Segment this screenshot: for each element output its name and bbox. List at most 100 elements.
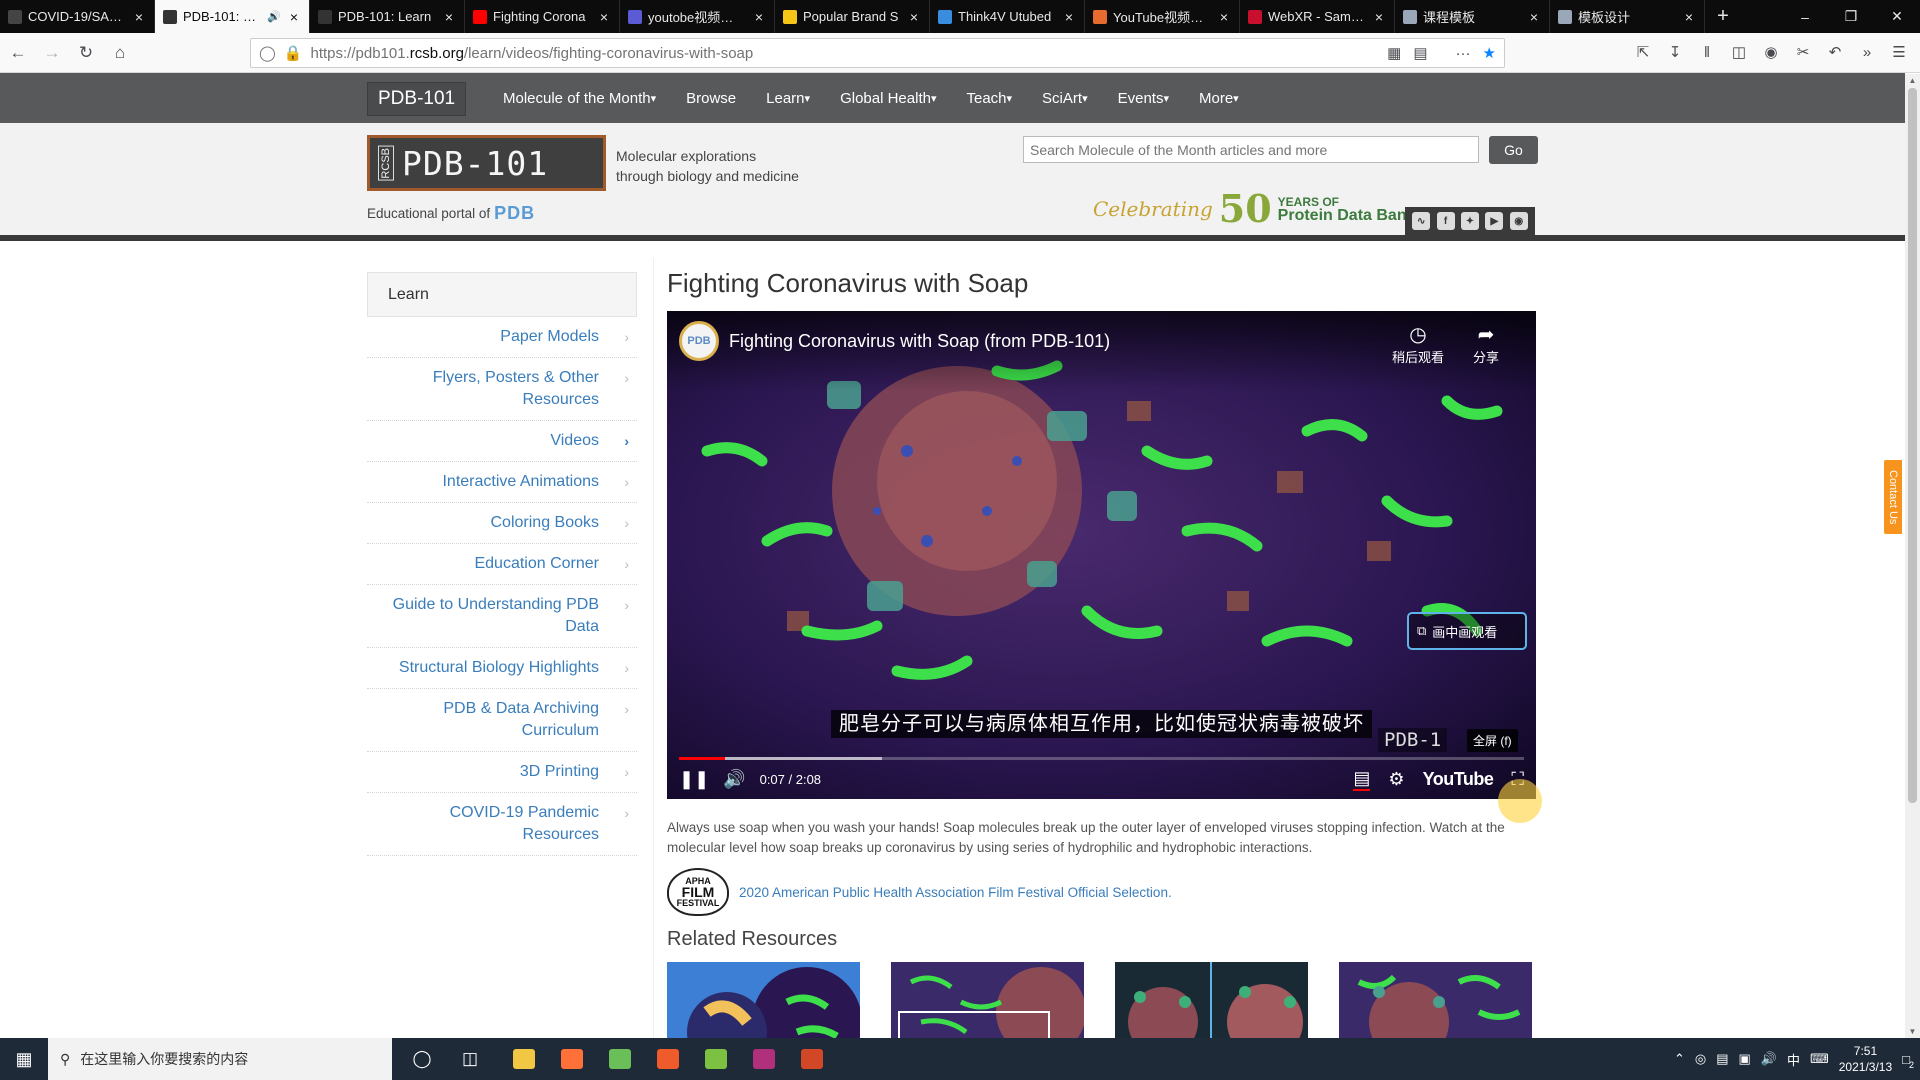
close-icon[interactable]: × [132, 9, 146, 25]
library-icon[interactable]: ‖ [1694, 37, 1720, 67]
share-button[interactable]: ➦ 分享 [1473, 323, 1499, 366]
pause-icon[interactable]: ❚❚ [679, 769, 709, 790]
notepad-icon[interactable] [705, 1049, 727, 1069]
sidebar-item[interactable]: Videos › [367, 421, 637, 462]
browser-tab[interactable]: Popular Brand S × [775, 0, 930, 33]
browser-tab[interactable]: COVID-19/SARS × [0, 0, 155, 33]
home-icon[interactable]: ⌂ [104, 37, 136, 69]
overflow-chevron-icon[interactable]: » [1854, 37, 1880, 67]
youtube-logo[interactable]: YouTube [1423, 769, 1494, 790]
browser-tab[interactable]: 模板设计 × [1550, 0, 1705, 33]
channel-logo[interactable]: PDB [679, 321, 719, 361]
menu-item-global-health[interactable]: Global Health ▾ [825, 73, 951, 123]
browser-tab[interactable]: Fighting Corona × [465, 0, 620, 33]
firefox-icon[interactable] [561, 1049, 583, 1069]
contact-us-tab[interactable]: Contact Us [1882, 458, 1904, 536]
reload-icon[interactable]: ↻ [70, 37, 102, 69]
award-link[interactable]: 2020 American Public Health Association … [739, 885, 1172, 900]
close-window-icon[interactable]: ✕ [1874, 0, 1920, 33]
browser-tab[interactable]: PDB-101: Learn × [310, 0, 465, 33]
scrollbar-thumb[interactable] [1908, 88, 1917, 803]
search-input[interactable] [1023, 136, 1479, 163]
related-thumbnail[interactable] [1115, 962, 1308, 1038]
task-view-icon[interactable]: ◫ [446, 1038, 494, 1080]
close-icon[interactable]: × [752, 9, 766, 25]
menu-item-more[interactable]: More ▾ [1184, 73, 1254, 123]
sidebar-item[interactable]: PDB & Data Archiving Curriculum › [367, 689, 637, 752]
close-icon[interactable]: × [442, 9, 456, 25]
pocket-icon[interactable]: ⇱ [1630, 37, 1656, 67]
close-icon[interactable]: × [1527, 9, 1541, 25]
lock-icon[interactable]: 🔒 [284, 44, 303, 62]
close-icon[interactable]: × [1682, 9, 1696, 25]
sidebar-item[interactable]: 3D Printing › [367, 752, 637, 793]
sidebar-item[interactable]: Coloring Books › [367, 503, 637, 544]
menu-icon[interactable]: ☰ [1886, 37, 1912, 67]
menu-item-browse[interactable]: Browse [671, 73, 751, 123]
sidebar-icon[interactable]: ◫ [1726, 37, 1752, 67]
display-icon[interactable]: ▣ [1738, 1051, 1750, 1067]
powerpoint-icon[interactable] [801, 1049, 823, 1069]
video-title[interactable]: Fighting Coronavirus with Soap (from PDB… [729, 331, 1110, 352]
watch-later-button[interactable]: ◷ 稍后观看 [1392, 323, 1444, 366]
close-icon[interactable]: × [907, 9, 921, 25]
menu-item-learn[interactable]: Learn ▾ [751, 73, 825, 123]
qr-code-icon[interactable]: ▦ [1387, 44, 1401, 62]
sidebar-item[interactable]: COVID-19 Pandemic Resources › [367, 793, 637, 856]
browser-tab[interactable]: 课程模板 × [1395, 0, 1550, 33]
account-icon[interactable]: ◉ [1758, 37, 1784, 67]
microphone-icon[interactable]: ◎ [1695, 1051, 1706, 1067]
cortana-icon[interactable]: ◯ [398, 1038, 446, 1080]
close-icon[interactable]: × [1372, 9, 1386, 25]
reader-view-icon[interactable]: ▤ [1413, 44, 1427, 62]
site-brand[interactable]: PDB-101 [367, 82, 467, 116]
notification-icon[interactable]: □ 2 [1902, 1052, 1914, 1070]
tab-audio-icon[interactable]: 🔊 [267, 10, 281, 23]
bookmark-star-icon[interactable]: ★ [1483, 44, 1496, 62]
tracking-shield-icon[interactable]: ◯ [259, 44, 276, 62]
scroll-up-icon[interactable]: ▲ [1905, 76, 1920, 85]
browser-tab[interactable]: Think4V Utubed × [930, 0, 1085, 33]
url-bar[interactable]: ◯ 🔒 https://pdb101.rcsb.org/learn/videos… [250, 38, 1505, 68]
new-tab-button[interactable]: + [1705, 0, 1741, 33]
restore-icon[interactable]: ❐ [1828, 0, 1874, 33]
downloads-icon[interactable]: ↧ [1662, 37, 1688, 67]
browser-tab[interactable]: YouTube视频下载 × [1085, 0, 1240, 33]
app-x-icon[interactable] [657, 1049, 679, 1069]
undo-icon[interactable]: ↶ [1822, 37, 1848, 67]
video-player[interactable]: PDB Fighting Coronavirus with Soap (from… [667, 311, 1536, 799]
search-go-button[interactable]: Go [1489, 136, 1538, 164]
network-icon[interactable]: ▤ [1716, 1051, 1728, 1067]
youtube-icon[interactable]: ▶ [1485, 212, 1504, 230]
menu-item-molecule-of-the-month[interactable]: Molecule of the Month ▾ [488, 73, 671, 123]
taskbar-clock[interactable]: 7:51 2021/3/13 [1839, 1043, 1892, 1075]
related-thumbnail[interactable] [1339, 962, 1532, 1038]
sidebar-item[interactable]: Education Corner › [367, 544, 637, 585]
ime-indicator[interactable]: 中 [1787, 1050, 1800, 1069]
browser-tab[interactable]: WebXR - Sample × [1240, 0, 1395, 33]
scroll-down-icon[interactable]: ▼ [1905, 1027, 1920, 1036]
taskbar-search[interactable]: ⚲ 在这里输入你要搜索的内容 [48, 1038, 392, 1080]
more-actions-icon[interactable]: ··· [1456, 45, 1471, 62]
subtitles-icon[interactable]: ▤ [1353, 768, 1371, 791]
volume-tray-icon[interactable]: 🔊 [1761, 1051, 1777, 1067]
forward-icon[interactable]: → [36, 37, 68, 69]
sidebar-item[interactable]: Guide to Understanding PDB Data › [367, 585, 637, 648]
pdb-logo[interactable]: PDB [494, 203, 535, 224]
keyboard-icon[interactable]: ⌨ [1810, 1051, 1829, 1067]
close-icon[interactable]: × [287, 9, 301, 25]
minimize-icon[interactable]: – [1782, 0, 1828, 33]
menu-item-events[interactable]: Events ▾ [1103, 73, 1184, 123]
twitter-icon[interactable]: ✦ [1460, 212, 1479, 230]
page-scrollbar[interactable]: ▲ ▼ [1905, 74, 1920, 1038]
file-explorer-icon[interactable] [513, 1049, 535, 1069]
sidebar-item[interactable]: Structural Biology Highlights › [367, 648, 637, 689]
celebrating-50-years-banner[interactable]: Celebrating 50 YEARS OF Protein Data Bank [1093, 186, 1415, 231]
pdb101-logo[interactable]: RCSB PDB-101 [367, 135, 606, 191]
facebook-icon[interactable]: f [1436, 212, 1455, 230]
app-leaf-icon[interactable] [609, 1049, 631, 1069]
github-icon[interactable]: ◉ [1509, 212, 1528, 230]
menu-item-teach[interactable]: Teach ▾ [951, 73, 1027, 123]
sidebar-item[interactable]: Paper Models › [367, 317, 637, 358]
sidebar-item[interactable]: Flyers, Posters & Other Resources › [367, 358, 637, 421]
